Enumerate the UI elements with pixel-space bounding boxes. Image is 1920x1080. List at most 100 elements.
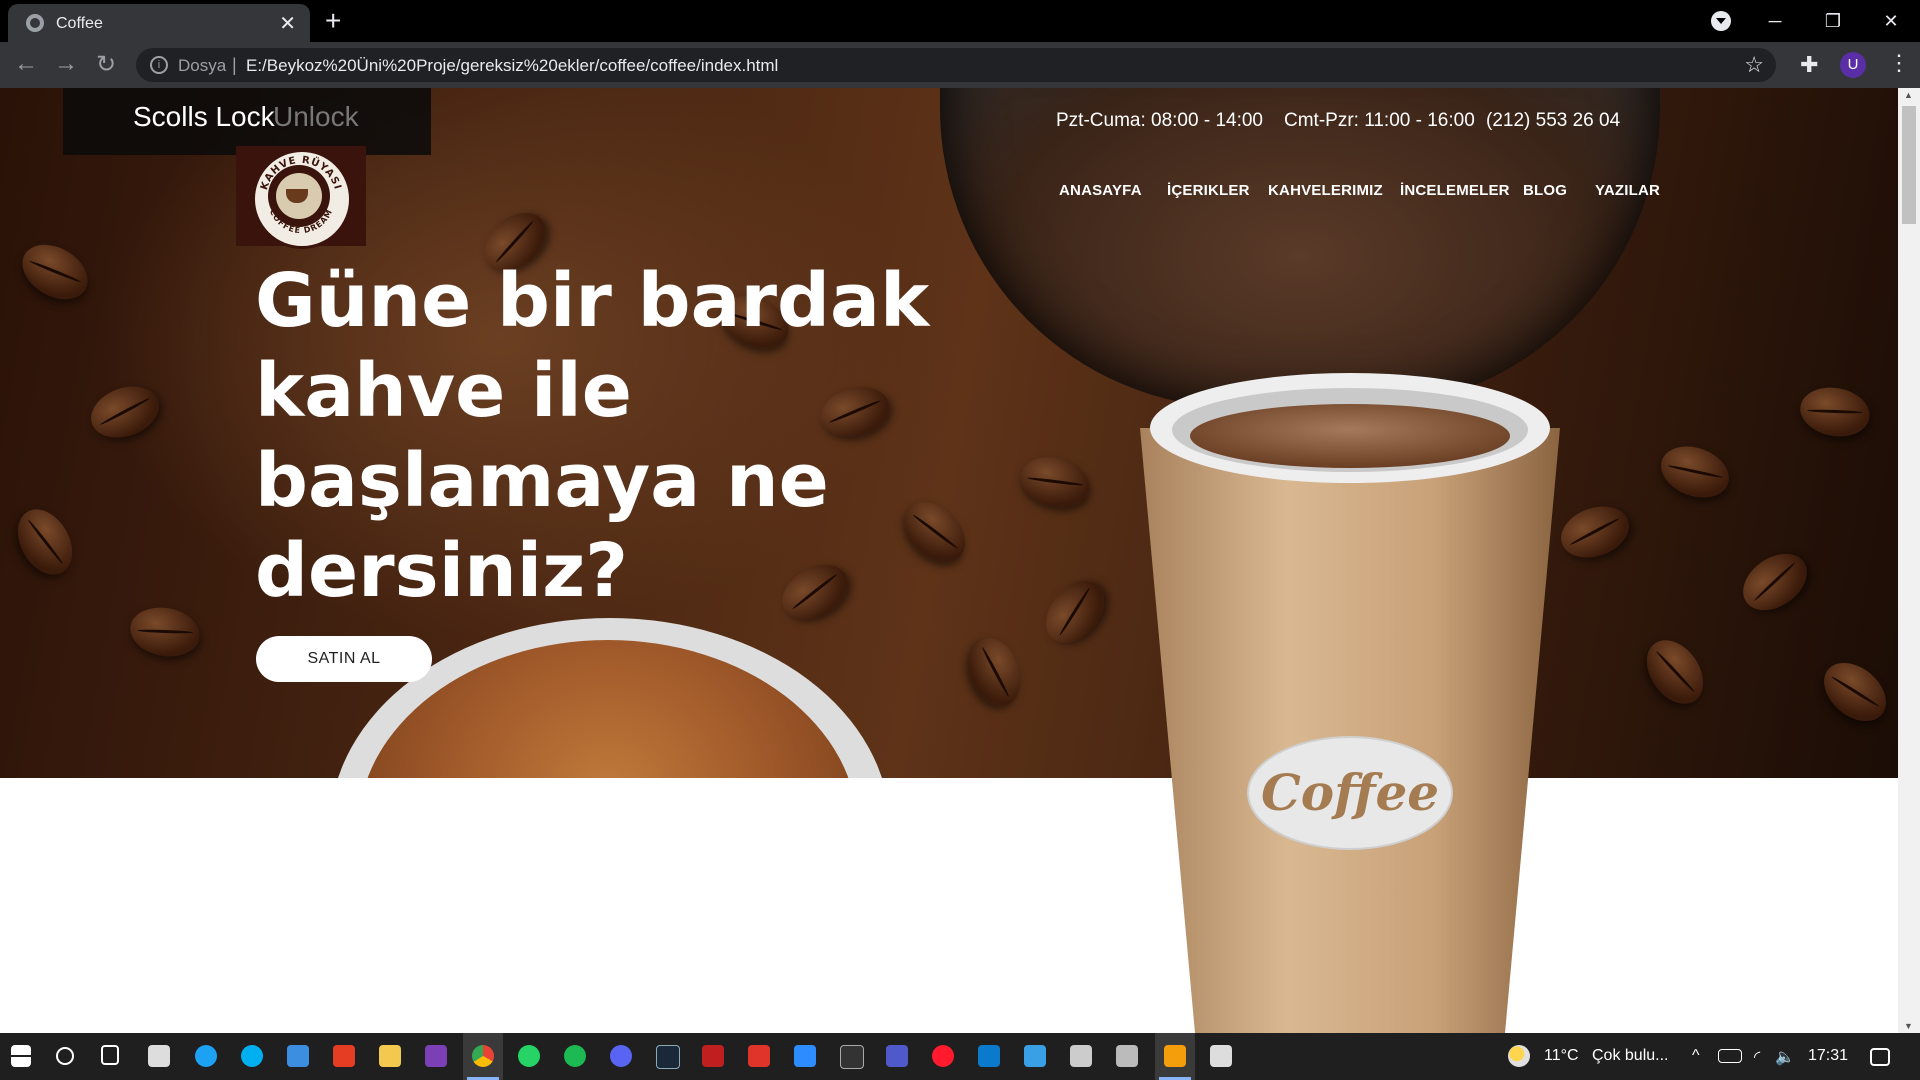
- chrome-icon[interactable]: [472, 1045, 494, 1067]
- back-icon[interactable]: ←: [14, 50, 38, 78]
- paper-coffee-cup-image: Coffee: [1140, 373, 1560, 1033]
- headline-line: dersiniz?: [255, 528, 629, 614]
- weather-cloud-icon[interactable]: [1508, 1045, 1530, 1067]
- profile-dropdown-icon[interactable]: [1711, 11, 1731, 31]
- weekend-hours: Cmt-Pzr: 11:00 - 16:00: [1284, 110, 1475, 131]
- wifi-icon[interactable]: ◜: [1754, 1047, 1760, 1067]
- opera-icon[interactable]: [932, 1045, 954, 1067]
- store-icon[interactable]: [148, 1045, 170, 1067]
- logo-ring-text: KAHVE RÜYASI COFFEE DREAM: [259, 154, 343, 235]
- epic-games-icon[interactable]: [840, 1045, 864, 1069]
- spotify-icon[interactable]: [564, 1045, 586, 1067]
- coffee-bean-image: [83, 377, 167, 447]
- nav-yazilar[interactable]: YAZILAR: [1595, 182, 1660, 199]
- windows-taskbar: 11°C Çok bulu... ^ ◜ 🔈 17:31: [0, 1033, 1920, 1080]
- browser-tab-strip: Coffee ✕ + ─ ❐ ✕: [0, 0, 1920, 42]
- coffee-bean-image: [1812, 651, 1898, 733]
- coffee-bean-image: [12, 233, 98, 311]
- scroll-lock-label: Scolls Lock: [133, 101, 275, 132]
- app-icon[interactable]: [1210, 1045, 1232, 1067]
- app-icon[interactable]: [1070, 1045, 1092, 1067]
- zoom-icon[interactable]: [794, 1045, 816, 1067]
- nav-incelemeler[interactable]: İNCELEMELER: [1400, 182, 1510, 199]
- minimize-icon[interactable]: ─: [1746, 11, 1804, 32]
- discord-icon[interactable]: [610, 1045, 632, 1067]
- coffee-bean-image: [1653, 437, 1737, 507]
- battery-icon[interactable]: [1718, 1049, 1742, 1063]
- onenote-icon[interactable]: [425, 1045, 447, 1067]
- new-tab-button[interactable]: +: [325, 5, 341, 37]
- browser-toolbar: ← → ↻ i Dosya | E:/Beykoz%20Üni%20Proje/…: [0, 42, 1920, 88]
- file-explorer-icon[interactable]: [379, 1045, 401, 1067]
- whatsapp-icon[interactable]: [518, 1045, 540, 1067]
- close-tab-icon[interactable]: ✕: [279, 11, 296, 36]
- reload-icon[interactable]: ↻: [96, 50, 116, 79]
- clock-time[interactable]: 17:31: [1808, 1047, 1848, 1065]
- logo-text-top: KAHVE RÜYASI: [259, 154, 342, 192]
- filezilla-icon[interactable]: [702, 1045, 724, 1067]
- scrollbar-thumb[interactable]: [1902, 106, 1916, 224]
- buy-now-button[interactable]: SATIN AL: [256, 636, 432, 682]
- page-scrollbar[interactable]: ▲ ▼: [1898, 88, 1920, 1033]
- site-logo[interactable]: KAHVE RÜYASI COFFEE DREAM: [236, 146, 366, 249]
- mail-icon[interactable]: [287, 1045, 309, 1067]
- address-separator: |: [232, 55, 237, 75]
- address-bar[interactable]: i Dosya | E:/Beykoz%20Üni%20Proje/gereks…: [136, 48, 1776, 82]
- steam-icon[interactable]: [656, 1045, 680, 1069]
- address-url[interactable]: E:/Beykoz%20Üni%20Proje/gereksiz%20ekler…: [246, 56, 778, 76]
- sublime-icon[interactable]: [1164, 1045, 1186, 1067]
- nav-blog[interactable]: BLOG: [1523, 182, 1567, 199]
- svg-text:KAHVE RÜYASI: KAHVE RÜYASI: [259, 154, 343, 192]
- nav-anasayfa[interactable]: ANASAYFA: [1059, 182, 1142, 199]
- extensions-puzzle-icon[interactable]: ✚: [1800, 52, 1818, 78]
- web-page: Scolls Lock Unlock Pzt-Cuma: 08:00 - 14:…: [0, 88, 1898, 1033]
- scroll-down-icon[interactable]: ▼: [1904, 1021, 1913, 1031]
- nav-icerikler[interactable]: İÇERIKLER: [1167, 182, 1250, 199]
- chevron-up-icon[interactable]: ^: [1692, 1047, 1700, 1065]
- volume-icon[interactable]: 🔈: [1775, 1047, 1795, 1067]
- notifications-icon[interactable]: [1870, 1048, 1890, 1066]
- edge-icon[interactable]: [195, 1045, 217, 1067]
- nav-kahvelerimiz[interactable]: KAHVELERIMIZ: [1268, 182, 1383, 199]
- globe-icon: [26, 14, 44, 32]
- restore-icon[interactable]: ❐: [1804, 11, 1862, 32]
- info-icon[interactable]: i: [150, 56, 168, 74]
- profile-avatar[interactable]: U: [1840, 52, 1866, 78]
- coffee-bean-image: [893, 490, 977, 574]
- cup-label: Coffee: [1261, 763, 1439, 822]
- tab-title: Coffee: [56, 15, 103, 32]
- task-view-icon[interactable]: [101, 1045, 119, 1065]
- coffee-bean-image: [1034, 569, 1116, 655]
- browser-tab[interactable]: Coffee ✕: [8, 4, 310, 42]
- bookmark-star-icon[interactable]: ☆: [1744, 52, 1764, 78]
- coffee-bean-image: [6, 499, 84, 585]
- headline-line: başlamaya ne: [255, 438, 829, 524]
- search-icon[interactable]: [56, 1047, 74, 1065]
- address-scheme-label: Dosya: [178, 56, 227, 75]
- browser-menu-icon[interactable]: ⋮: [1888, 50, 1910, 76]
- coffee-bean-image: [1732, 542, 1818, 622]
- scroll-up-icon[interactable]: ▲: [1904, 90, 1913, 100]
- unlock-label[interactable]: Unlock: [273, 101, 359, 133]
- forward-icon[interactable]: →: [54, 50, 78, 78]
- vscode-icon[interactable]: [978, 1045, 1000, 1067]
- weather-temperature[interactable]: 11°C: [1544, 1047, 1579, 1065]
- coffee-grinder-image: [940, 88, 1660, 408]
- headline-line: kahve ile: [255, 348, 632, 434]
- anydesk-icon[interactable]: [748, 1045, 770, 1067]
- monitor-app-icon[interactable]: [1024, 1045, 1046, 1067]
- window-controls: ─ ❐ ✕: [1746, 0, 1920, 42]
- weekday-hours: Pzt-Cuma: 08:00 - 14:00: [1056, 110, 1263, 131]
- office-icon[interactable]: [333, 1045, 355, 1067]
- close-window-icon[interactable]: ✕: [1862, 11, 1920, 32]
- teams-icon[interactable]: [886, 1045, 908, 1067]
- hero-headline: Güne bir bardak kahve ile başlamaya ne d…: [255, 256, 930, 616]
- coffee-bean-image: [1014, 449, 1096, 515]
- headline-line: Güne bir bardak: [255, 258, 930, 344]
- windows-start-icon[interactable]: [11, 1045, 31, 1067]
- skype-icon[interactable]: [241, 1045, 263, 1067]
- weather-description[interactable]: Çok bulu...: [1592, 1047, 1668, 1065]
- phone-number[interactable]: (212) 553 26 04: [1486, 110, 1620, 132]
- app-icon[interactable]: [1116, 1045, 1138, 1067]
- coffee-bean-image: [1635, 629, 1715, 715]
